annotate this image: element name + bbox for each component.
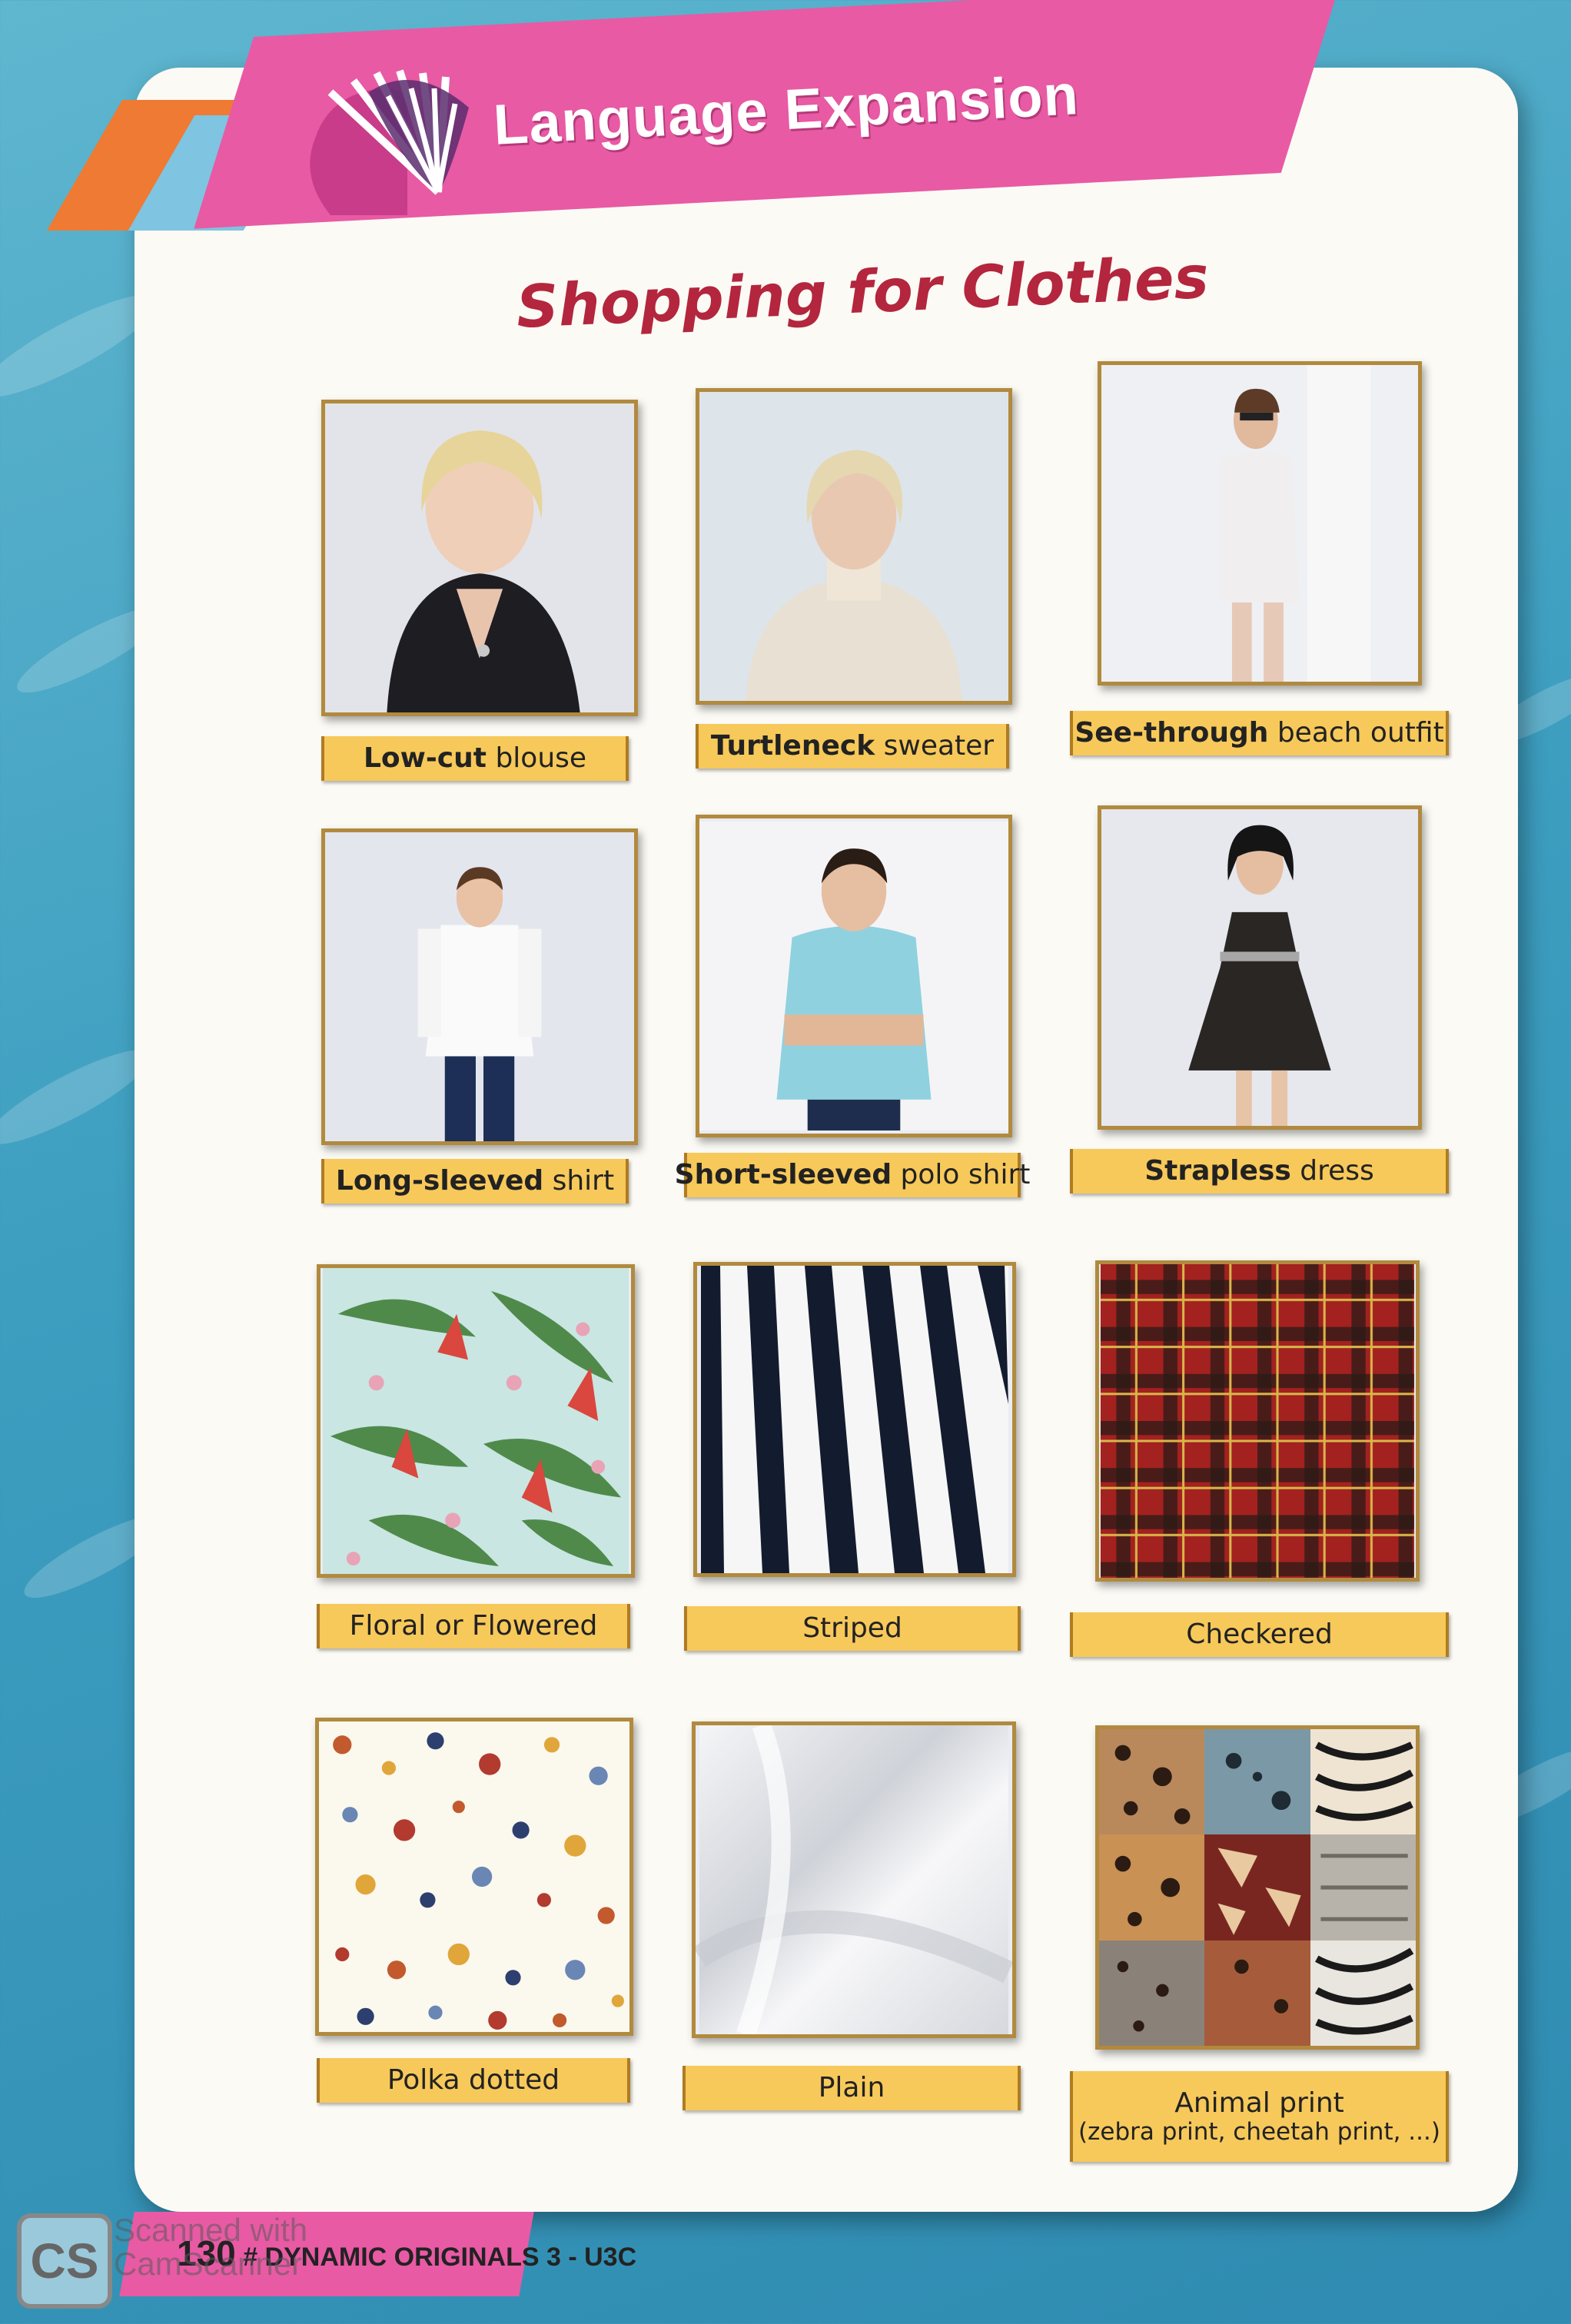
pattern-floral: [317, 1264, 635, 1578]
label-checkered: Checkered: [1070, 1612, 1449, 1657]
pattern-polka-dotted: [315, 1718, 633, 2036]
label-long-sleeved-shirt: Long-sleeved shirt: [321, 1159, 629, 1204]
camscanner-watermark: Scanned with CamScanner: [114, 2212, 308, 2282]
label-strapless-dress: Strapless dress: [1070, 1149, 1449, 1194]
photo-low-cut-blouse: [321, 400, 638, 716]
label-striped: Striped: [684, 1606, 1021, 1651]
photo-strapless-dress: [1098, 805, 1422, 1130]
shell-head-icon: [310, 69, 469, 215]
label-turtleneck-sweater: Turtleneck sweater: [696, 724, 1009, 769]
photo-long-sleeved-shirt: [321, 828, 638, 1145]
label-see-through-beach-outfit: See-through beach outfit: [1070, 711, 1449, 755]
label-floral: Floral or Flowered: [317, 1604, 630, 1648]
photo-short-sleeved-polo-shirt: [696, 815, 1012, 1137]
pattern-checkered: [1095, 1260, 1420, 1582]
label-animal-print: Animal print (zebra print, cheetah print…: [1070, 2071, 1449, 2162]
pattern-plain: [692, 1721, 1016, 2038]
label-polka-dotted: Polka dotted: [317, 2058, 630, 2103]
photo-see-through-beach-outfit: [1098, 361, 1422, 686]
label-short-sleeved-polo-shirt: Short-sleeved polo shirt: [675, 1153, 1030, 1197]
pattern-animal-print: [1095, 1725, 1420, 2050]
pattern-striped: [693, 1262, 1016, 1577]
photo-turtleneck-sweater: [696, 388, 1012, 705]
label-plain: Plain: [683, 2066, 1021, 2110]
label-low-cut-blouse: Low-cut blouse: [321, 736, 629, 781]
camscanner-logo-icon: CS: [17, 2213, 112, 2309]
